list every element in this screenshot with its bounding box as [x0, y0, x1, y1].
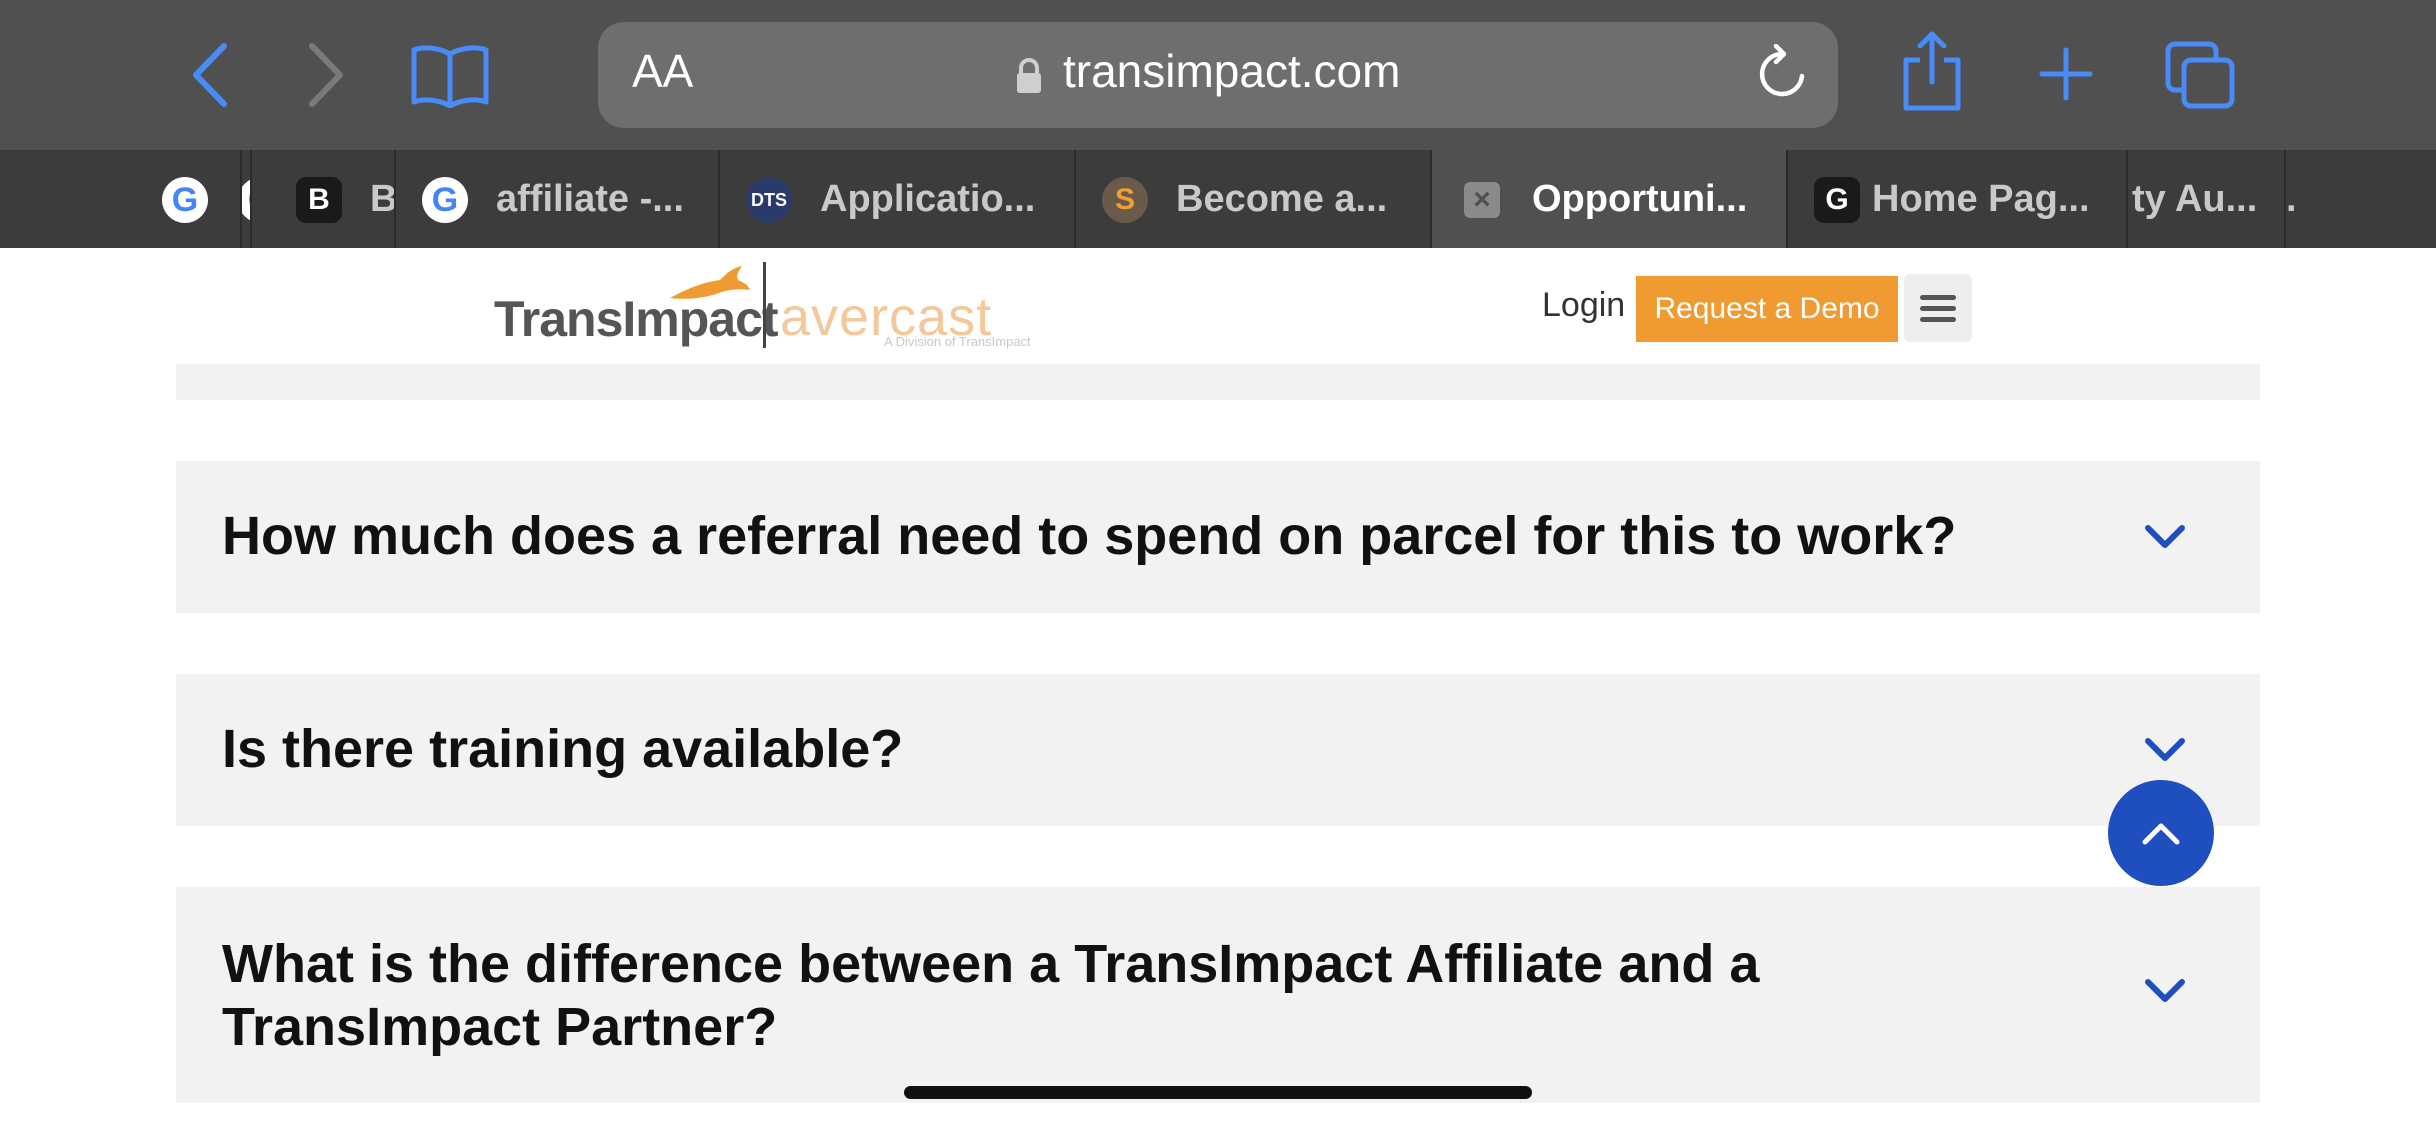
g-favicon-icon: G: [1814, 177, 1860, 223]
forward-icon[interactable]: [306, 42, 346, 108]
tab-application[interactable]: DTS Applicatio...: [718, 150, 1074, 248]
reader-text-size-button[interactable]: AA: [632, 44, 693, 98]
request-demo-button[interactable]: Request a Demo: [1636, 276, 1898, 342]
tab-label: B: [370, 178, 394, 221]
faq-question: What is the difference between a TransIm…: [222, 934, 1760, 1057]
faq-item[interactable]: What is the difference between a TransIm…: [176, 887, 2260, 1103]
tab-become[interactable]: S Become a...: [1074, 150, 1430, 248]
tab-label: Become a...: [1176, 178, 1388, 220]
tab-label: Home Pag...: [1872, 178, 2090, 220]
close-tab-icon[interactable]: ×: [1464, 182, 1500, 218]
scroll-to-top-button[interactable]: [2108, 780, 2214, 886]
tab-label: Opportuni...: [1532, 178, 1748, 220]
lock-icon: [1017, 58, 1041, 93]
tab-google-2[interactable]: G: [240, 150, 250, 248]
logo-divider: [763, 262, 766, 348]
s-favicon-icon: S: [1102, 177, 1148, 223]
tab-opportunities[interactable]: × Opportuni...: [1430, 150, 1786, 248]
transimpact-logo[interactable]: TransImpact: [494, 290, 779, 348]
faq-question: How much does a referral need to spend o…: [222, 506, 1957, 566]
home-indicator[interactable]: [904, 1086, 1532, 1099]
tab-google-1[interactable]: G: [150, 150, 240, 248]
google-icon: G: [242, 177, 250, 223]
url-text[interactable]: transimpact.com: [1063, 44, 1400, 98]
tabs-icon[interactable]: [2164, 40, 2238, 110]
tab-label: ty Au...: [2132, 178, 2258, 220]
reader-label: AA: [632, 45, 694, 97]
faq-item-previous: [176, 364, 2260, 400]
chevron-down-icon[interactable]: [2144, 977, 2186, 1005]
bookmarks-icon[interactable]: [410, 44, 490, 108]
b-favicon-icon: B: [296, 177, 342, 223]
login-link[interactable]: Login: [1542, 286, 1625, 325]
dts-favicon-icon: DTS: [746, 177, 792, 223]
chevron-down-icon[interactable]: [2144, 523, 2186, 551]
tab-label: Applicatio...: [820, 178, 1036, 220]
reload-icon[interactable]: [1756, 44, 1808, 102]
chevron-down-icon[interactable]: [2144, 736, 2186, 764]
tab-affiliate[interactable]: G affiliate -...: [394, 150, 718, 248]
google-icon: G: [162, 177, 208, 223]
tab-overflow[interactable]: .: [2284, 150, 2368, 248]
back-icon[interactable]: [190, 42, 230, 108]
tab-home-page[interactable]: G Home Pag...: [1786, 150, 2126, 248]
hamburger-menu-button[interactable]: [1904, 274, 1972, 342]
tab-b[interactable]: B B: [250, 150, 394, 248]
tab-label: affiliate -...: [496, 178, 684, 220]
google-icon: G: [422, 177, 468, 223]
avercast-logo-subtitle: A Division of TransImpact: [884, 334, 1031, 349]
faq-question: Is there training available?: [222, 719, 904, 779]
faq-item[interactable]: How much does a referral need to spend o…: [176, 461, 2260, 613]
new-tab-icon[interactable]: [2038, 46, 2094, 102]
tab-label: .: [2286, 178, 2297, 220]
faq-item[interactable]: Is there training available?: [176, 674, 2260, 826]
tab-authority[interactable]: ty Au...: [2126, 150, 2284, 248]
chevron-up-icon: [2142, 823, 2180, 845]
share-icon[interactable]: [1900, 30, 1964, 112]
